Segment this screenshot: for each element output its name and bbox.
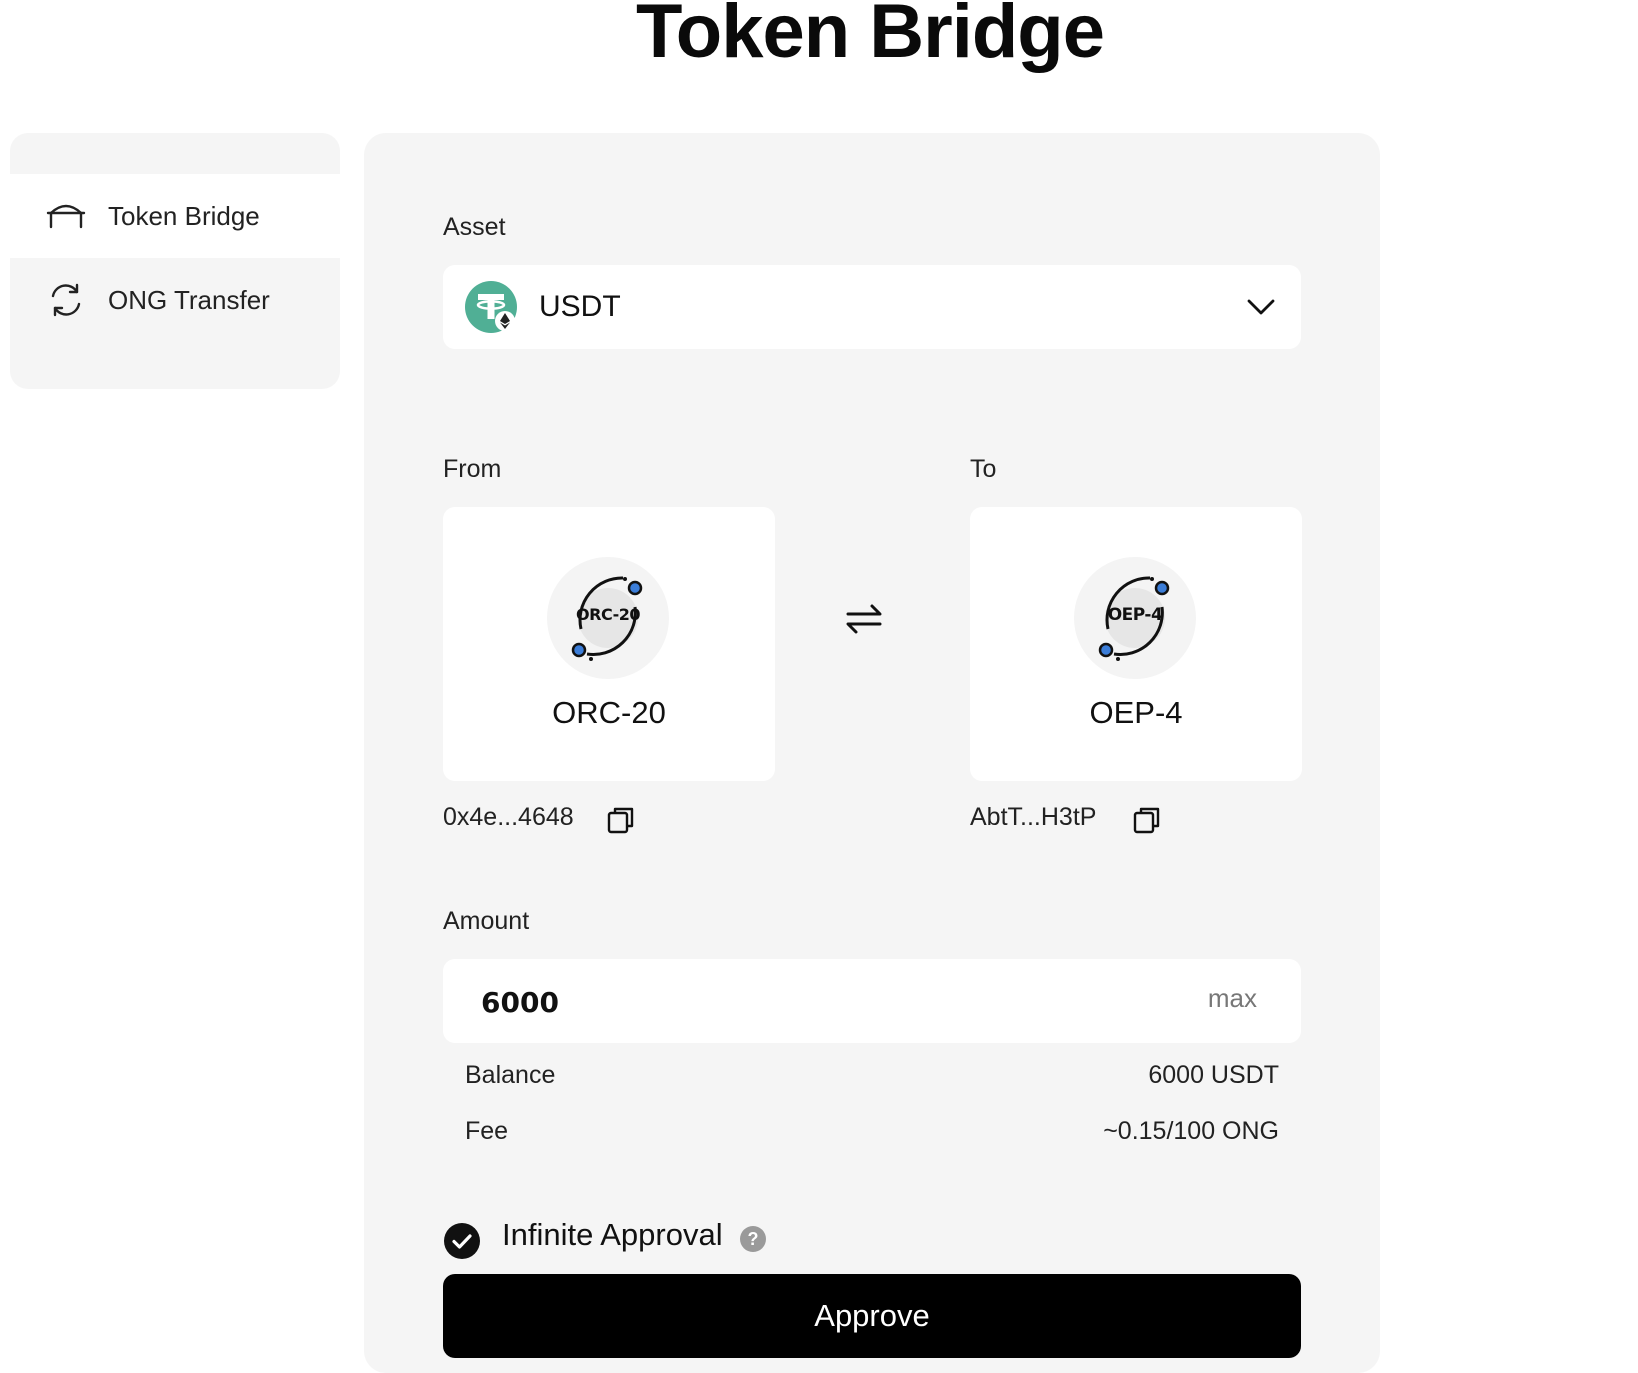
fee-label: Fee: [465, 1117, 509, 1145]
asset-select[interactable]: USDT: [443, 265, 1301, 349]
swap-direction-icon[interactable]: [844, 599, 884, 639]
fee-value: ~0.15/100 ONG: [1103, 1117, 1279, 1145]
page-title: Token Bridge: [636, 0, 1105, 74]
chevron-down-icon: [1245, 291, 1277, 323]
to-label: To: [970, 455, 997, 483]
help-icon[interactable]: ?: [740, 1226, 766, 1252]
bridge-form-panel: Asset USDT From To ORC-20 ORC-20 OEP-4 O…: [364, 133, 1380, 1373]
amount-field: max: [443, 959, 1301, 1043]
to-address: AbtT...H3tP: [970, 803, 1097, 831]
sidebar: Token Bridge ONG Transfer: [10, 133, 340, 389]
refresh-icon: [44, 278, 88, 322]
approve-button[interactable]: Approve: [443, 1274, 1301, 1358]
chain-badge-label: ORC-20: [576, 605, 640, 624]
balance-label: Balance: [465, 1061, 556, 1089]
to-chain-card[interactable]: OEP-4 OEP-4: [970, 507, 1302, 781]
oep4-chain-icon: OEP-4: [1074, 557, 1196, 679]
sidebar-item-ong-transfer[interactable]: ONG Transfer: [10, 258, 340, 342]
balance-value: 6000 USDT: [1148, 1061, 1279, 1089]
sidebar-item-label: Token Bridge: [108, 200, 260, 231]
max-button[interactable]: max: [1208, 983, 1257, 1014]
amount-label: Amount: [443, 907, 530, 935]
asset-label: Asset: [443, 213, 506, 241]
copy-icon[interactable]: [606, 805, 636, 835]
copy-icon[interactable]: [1132, 805, 1162, 835]
sidebar-item-token-bridge[interactable]: Token Bridge: [10, 174, 340, 258]
from-label: From: [443, 455, 502, 483]
chain-badge-label: OEP-4: [1107, 605, 1163, 625]
from-address: 0x4e...4648: [443, 803, 574, 831]
bridge-icon: [44, 194, 88, 238]
to-chain-name: OEP-4: [1089, 695, 1183, 730]
orc20-chain-icon: ORC-20: [547, 557, 669, 679]
from-chain-card[interactable]: ORC-20 ORC-20: [443, 507, 775, 781]
infinite-approval-label: Infinite Approval: [502, 1217, 723, 1252]
asset-symbol: USDT: [539, 290, 621, 323]
sidebar-item-label: ONG Transfer: [108, 284, 270, 315]
from-chain-name: ORC-20: [552, 695, 666, 730]
infinite-approval-checkbox[interactable]: [444, 1223, 480, 1259]
amount-input[interactable]: [479, 977, 1083, 1027]
tether-icon: [465, 281, 517, 333]
